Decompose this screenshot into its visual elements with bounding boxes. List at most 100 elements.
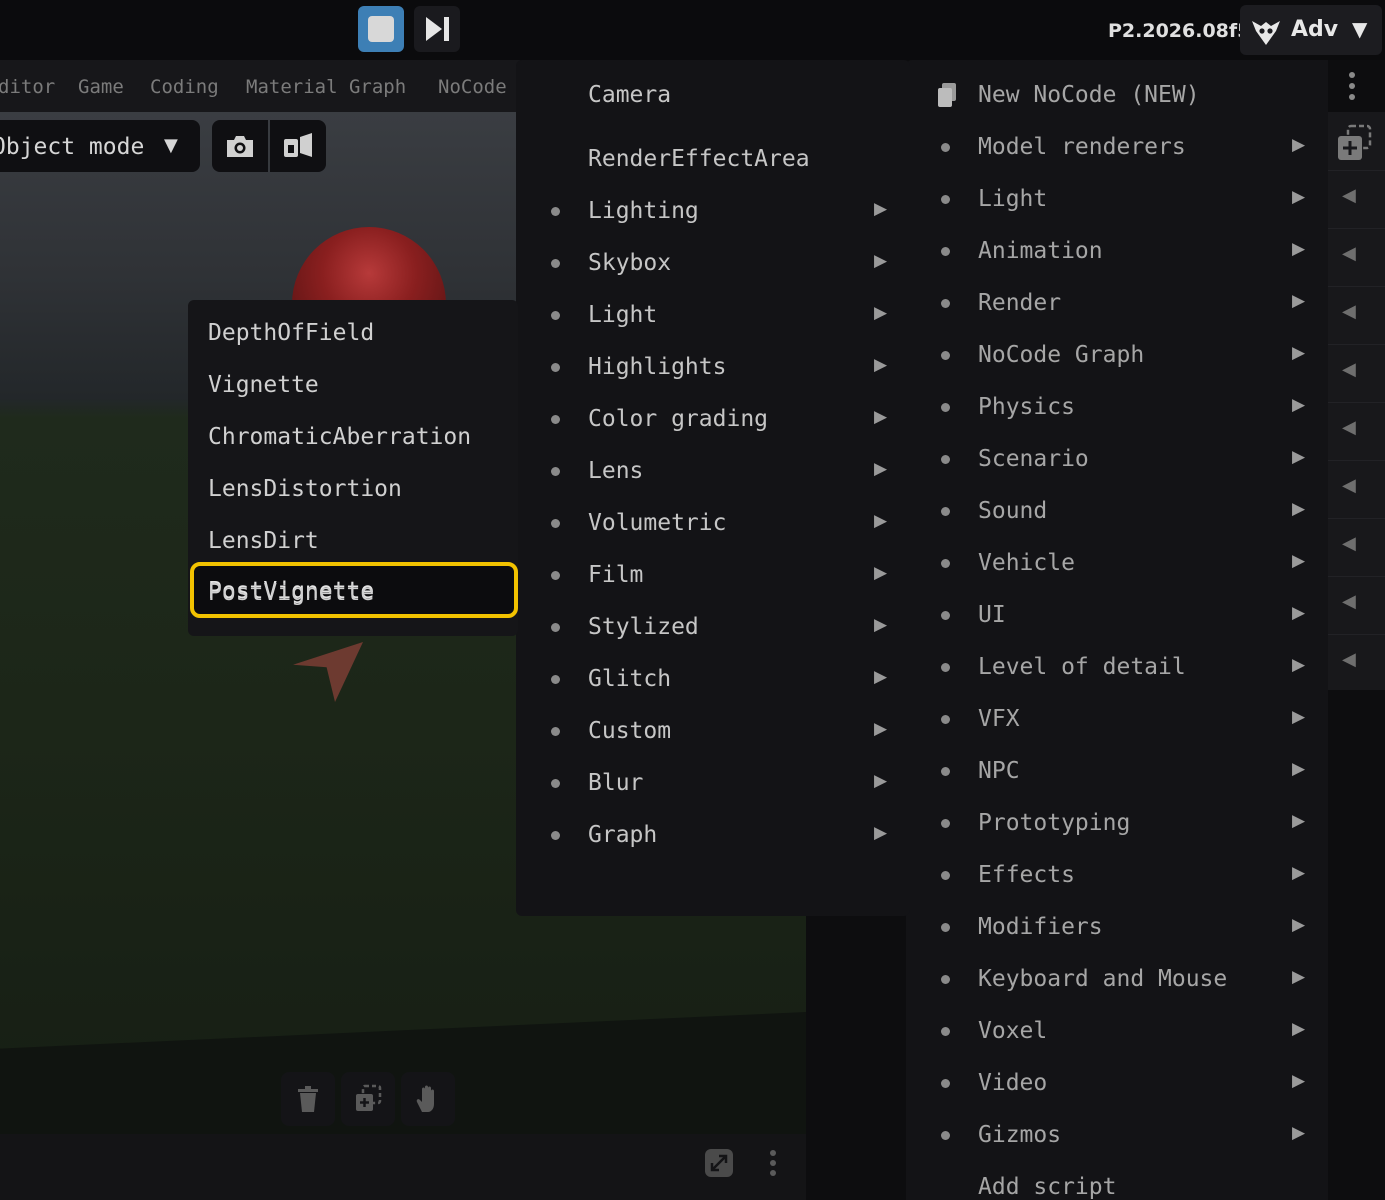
collapse-row[interactable]: ◀ [1328, 576, 1385, 632]
effects-item-film[interactable]: Film ▶ [516, 546, 910, 598]
component-item-render[interactable]: Render ▶ [906, 274, 1328, 326]
scene-arrow-object[interactable] [293, 642, 363, 702]
bullet-icon [941, 403, 950, 412]
effects-item-highlights[interactable]: Highlights ▶ [516, 338, 910, 390]
submenu-arrow-icon: ▶ [1292, 1019, 1306, 1039]
tab-coding[interactable]: Coding [150, 76, 219, 98]
component-item-nocode-graph[interactable]: NoCode Graph ▶ [906, 326, 1328, 378]
component-item-voxel[interactable]: Voxel ▶ [906, 1002, 1328, 1054]
more-vertical-icon[interactable] [1342, 70, 1362, 104]
menu-item-label: Glitch [588, 666, 672, 692]
bullet-icon [941, 455, 950, 464]
effects-item-camera[interactable]: Camera [516, 66, 910, 118]
effects-item-light[interactable]: Light ▶ [516, 286, 910, 338]
menu-item-label: Modifiers [978, 914, 1103, 940]
component-item-physics[interactable]: Physics ▶ [906, 378, 1328, 430]
component-item-scenario[interactable]: Scenario ▶ [906, 430, 1328, 482]
object-mode-select[interactable]: Object mode ▼ [0, 120, 200, 172]
camera-view-button[interactable] [270, 120, 326, 172]
menu-item-label: Physics [978, 394, 1075, 420]
component-item-light[interactable]: Light ▶ [906, 170, 1328, 222]
delete-button[interactable] [281, 1072, 335, 1126]
effects-item-color-grading[interactable]: Color grading ▶ [516, 390, 910, 442]
collapse-left-icon: ◀ [1342, 243, 1356, 264]
component-item-model-renderers[interactable]: Model renderers ▶ [906, 118, 1328, 170]
component-item-add-script[interactable]: Add script [906, 1158, 1328, 1200]
mascot-icon [1252, 21, 1280, 45]
component-item-prototyping[interactable]: Prototyping ▶ [906, 794, 1328, 846]
tab-game[interactable]: Game [78, 76, 124, 98]
submenu-arrow-icon: ▶ [1292, 395, 1306, 415]
component-item-video[interactable]: Video ▶ [906, 1054, 1328, 1106]
submenu-item-postvignette-selected[interactable]: PostVignette [188, 564, 518, 616]
collapse-row[interactable]: ◀ [1328, 518, 1385, 574]
collapse-row[interactable]: ◀ [1328, 228, 1385, 284]
screenshot-button[interactable] [212, 120, 268, 172]
submenu-item-chromaticaberration[interactable]: ChromaticAberration [188, 408, 518, 460]
collapse-row[interactable]: ◀ [1328, 634, 1385, 690]
submenu-arrow-icon: ▶ [1292, 863, 1306, 883]
effects-item-lighting[interactable]: Lighting ▶ [516, 182, 910, 234]
tab-editor[interactable]: ditor [0, 76, 55, 98]
object-mode-label: Object mode [0, 134, 145, 160]
component-item-new-nocode-new[interactable]: New NoCode (NEW) [906, 66, 1328, 118]
bullet-icon [551, 675, 560, 684]
submenu-item-lensdirt[interactable]: LensDirt [188, 512, 518, 564]
menu-item-label: LensDirt [208, 528, 319, 554]
editor-tabs: ditor Game Coding Material Graph NoCode [0, 60, 520, 112]
collapse-row[interactable]: ◀ [1328, 402, 1385, 458]
render-effects-menu: Camera RenderEffectArea Lighting ▶ Skybox ▶ Li… [516, 60, 910, 916]
effects-item-rendereffectarea[interactable]: RenderEffectArea [516, 130, 910, 182]
menu-item-label: Graph [588, 822, 658, 848]
submenu-item-depthoffield[interactable]: DepthOfField [188, 304, 518, 356]
submenu-arrow-icon: ▶ [874, 563, 888, 583]
component-item-vfx[interactable]: VFX ▶ [906, 690, 1328, 742]
expand-icon[interactable] [704, 1148, 734, 1178]
mode-dropdown-label: Adv [1291, 17, 1339, 42]
more-vertical-icon[interactable] [766, 1148, 780, 1178]
tab-nocode[interactable]: NoCode [438, 76, 507, 98]
submenu-arrow-icon: ▶ [874, 719, 888, 739]
submenu-item-lensdistortion[interactable]: LensDistortion [188, 460, 518, 512]
submenu-arrow-icon: ▶ [1292, 655, 1306, 675]
component-item-vehicle[interactable]: Vehicle ▶ [906, 534, 1328, 586]
effects-item-volumetric[interactable]: Volumetric ▶ [516, 494, 910, 546]
step-forward-button[interactable] [414, 6, 460, 52]
menu-item-label: Add script [978, 1174, 1117, 1200]
component-item-modifiers[interactable]: Modifiers ▶ [906, 898, 1328, 950]
component-item-gizmos[interactable]: Gizmos ▶ [906, 1106, 1328, 1158]
submenu-item-vignette[interactable]: Vignette [188, 356, 518, 408]
add-object-icon[interactable] [1336, 124, 1374, 162]
bullet-icon [941, 923, 950, 932]
bullet-icon [551, 467, 560, 476]
component-item-keyboard-and-mouse[interactable]: Keyboard and Mouse ▶ [906, 950, 1328, 1002]
component-item-ui[interactable]: UI ▶ [906, 586, 1328, 638]
component-item-level-of-detail[interactable]: Level of detail ▶ [906, 638, 1328, 690]
collapse-row[interactable]: ◀ [1328, 170, 1385, 226]
pan-button[interactable] [401, 1072, 455, 1126]
component-item-effects[interactable]: Effects ▶ [906, 846, 1328, 898]
menu-item-label: Highlights [588, 354, 727, 380]
hand-icon [416, 1085, 434, 1112]
menu-item-label: New NoCode (NEW) [978, 82, 1200, 108]
effects-item-graph[interactable]: Graph ▶ [516, 806, 910, 858]
collapse-row[interactable]: ◀ [1328, 286, 1385, 342]
effects-item-glitch[interactable]: Glitch ▶ [516, 650, 910, 702]
effects-item-custom[interactable]: Custom ▶ [516, 702, 910, 754]
effects-item-skybox[interactable]: Skybox ▶ [516, 234, 910, 286]
component-item-npc[interactable]: NPC ▶ [906, 742, 1328, 794]
bullet-icon [941, 299, 950, 308]
bullet-icon [941, 247, 950, 256]
effects-item-lens[interactable]: Lens ▶ [516, 442, 910, 494]
component-item-sound[interactable]: Sound ▶ [906, 482, 1328, 534]
mode-dropdown-button[interactable]: Adv ▼ [1240, 5, 1382, 55]
effects-item-blur[interactable]: Blur ▶ [516, 754, 910, 806]
collapse-row[interactable]: ◀ [1328, 344, 1385, 400]
component-item-animation[interactable]: Animation ▶ [906, 222, 1328, 274]
effects-item-stylized[interactable]: Stylized ▶ [516, 598, 910, 650]
collapse-row[interactable]: ◀ [1328, 460, 1385, 516]
tab-material-graph[interactable]: Material Graph [246, 76, 406, 98]
bullet-icon [941, 507, 950, 516]
stop-button[interactable] [358, 6, 404, 52]
duplicate-button[interactable] [341, 1072, 395, 1126]
